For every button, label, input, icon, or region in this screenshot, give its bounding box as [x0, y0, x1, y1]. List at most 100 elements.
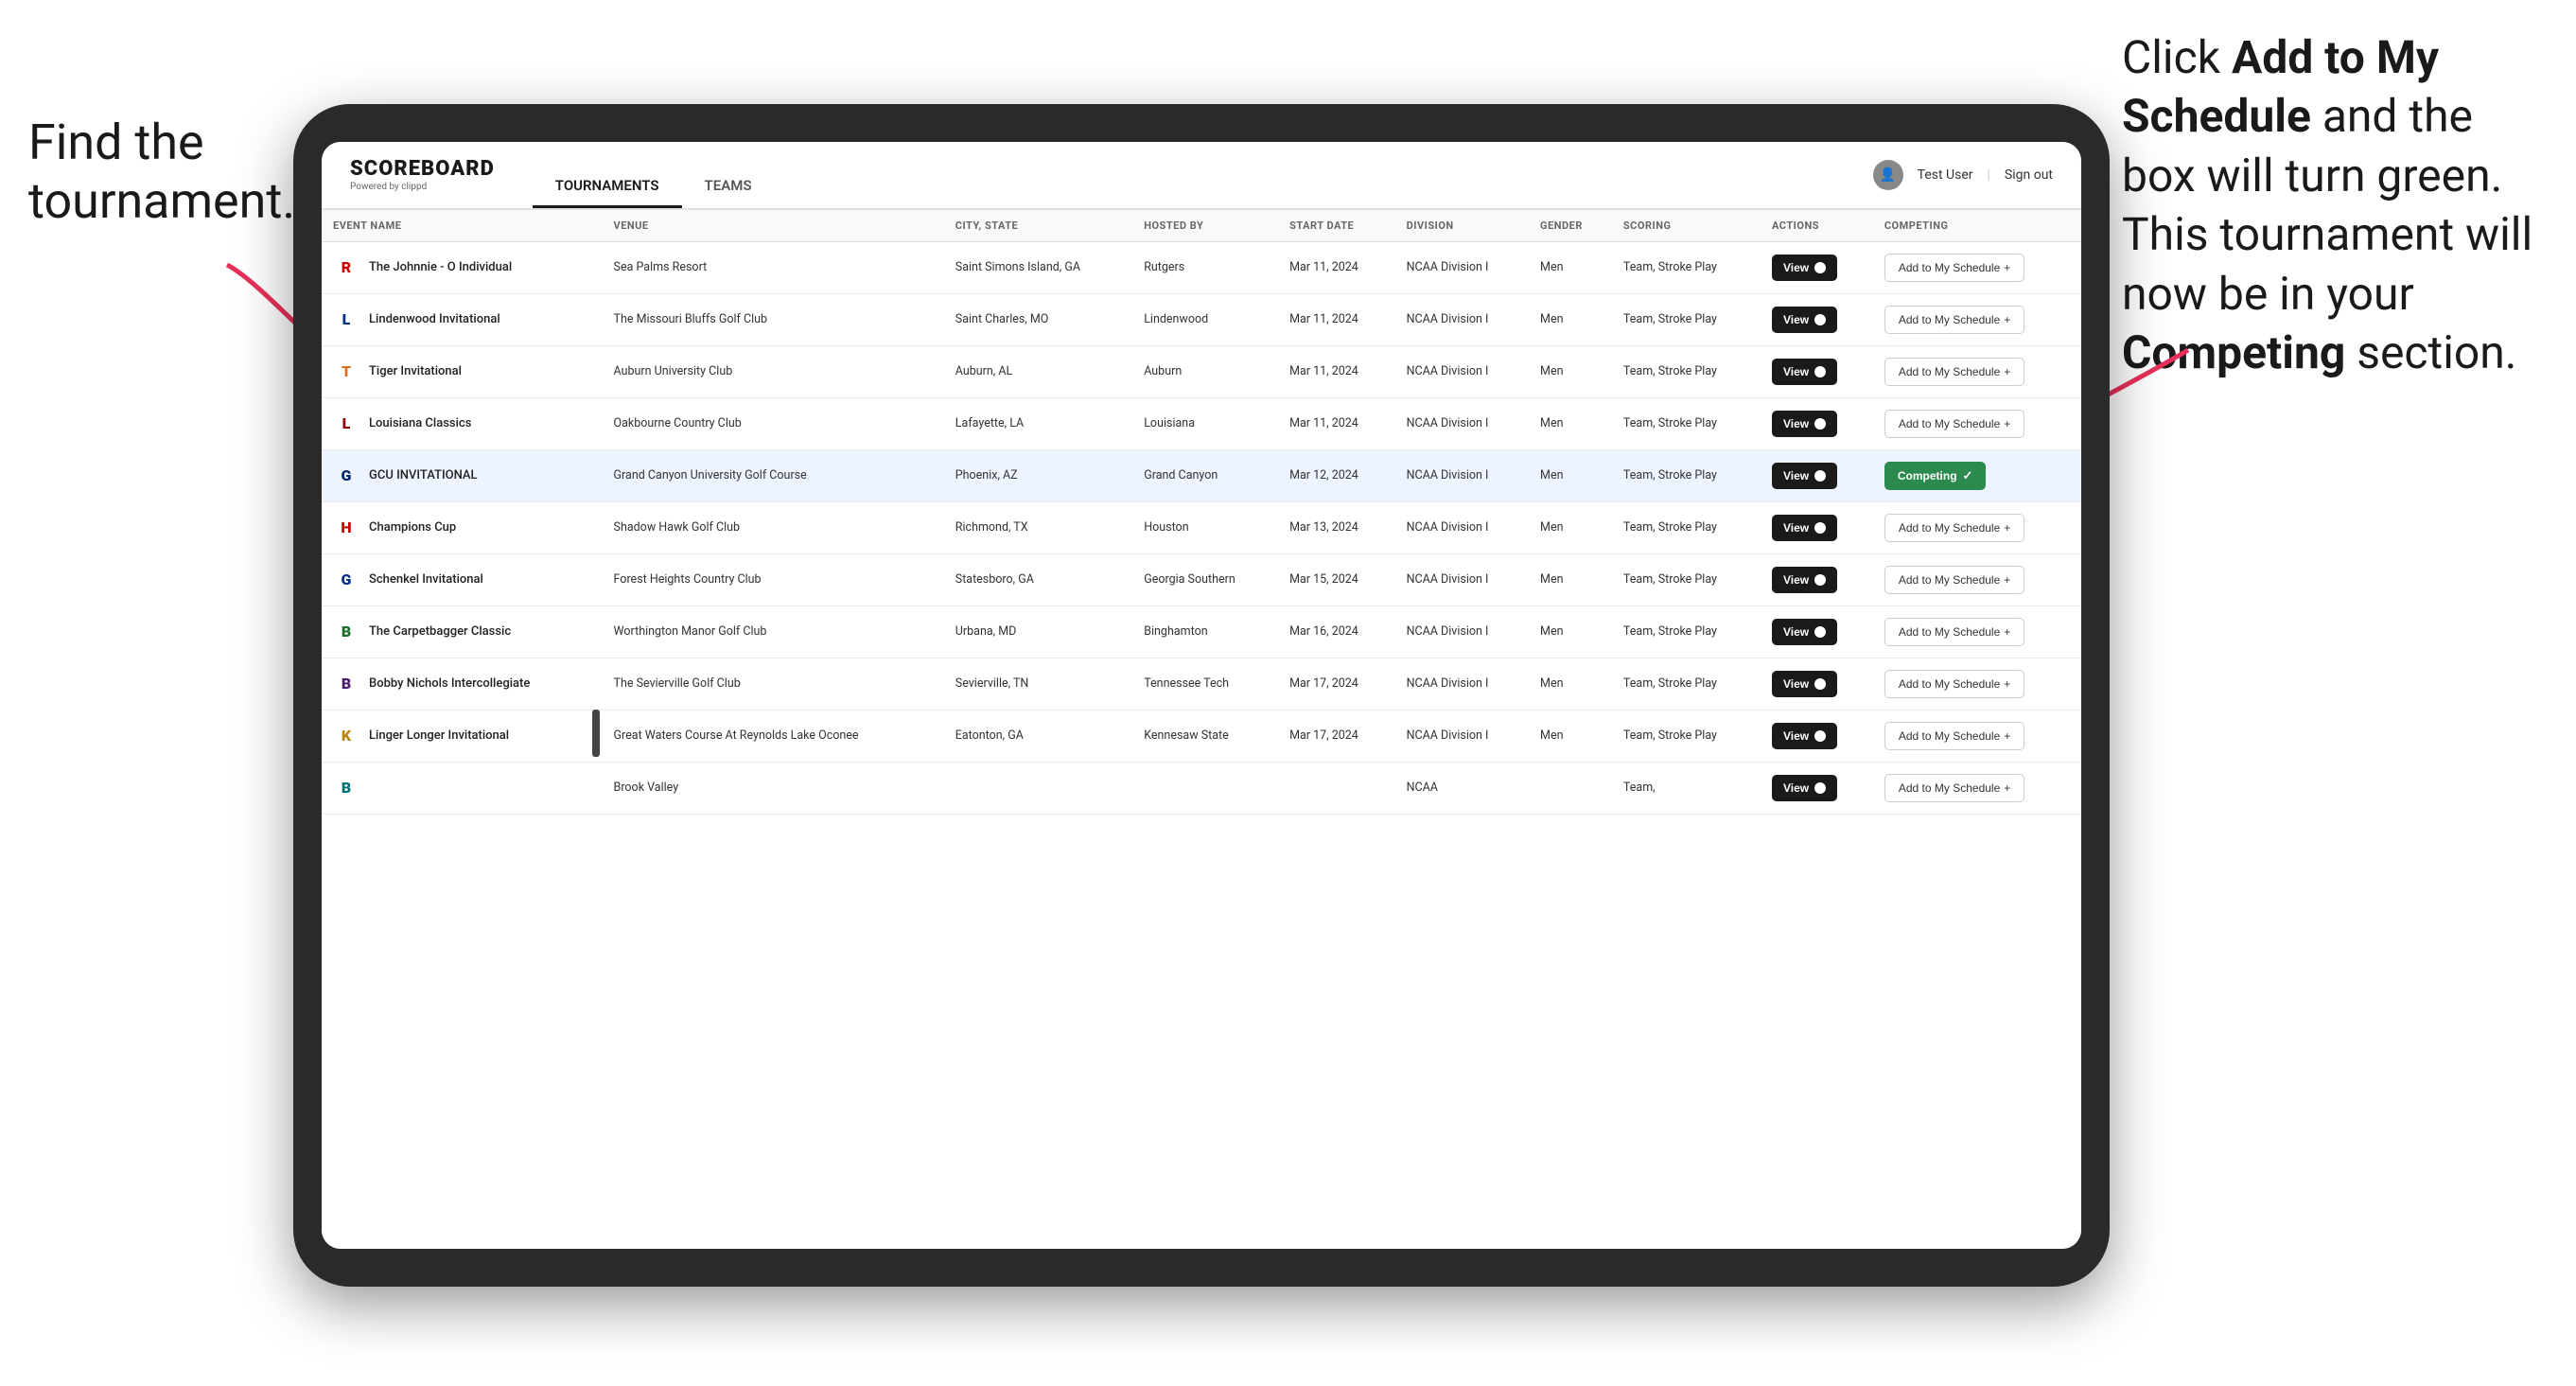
actions-cell: View ▶ [1761, 502, 1873, 554]
venue-cell: Grand Canyon University Golf Course [603, 450, 944, 502]
city-state-cell: Sevierville, TN [944, 658, 1132, 711]
hosted-by-cell: Binghamton [1132, 606, 1278, 658]
start-date-cell: Mar 11, 2024 [1278, 398, 1395, 450]
scoring-cell: Team, Stroke Play [1612, 242, 1761, 294]
add-schedule-label: Add to My Schedule [1899, 677, 2000, 691]
view-button[interactable]: View ▶ [1772, 515, 1837, 541]
view-button[interactable]: View ▶ [1772, 671, 1837, 697]
gender-cell: Men [1529, 346, 1612, 398]
gender-cell: Men [1529, 450, 1612, 502]
add-schedule-label: Add to My Schedule [1899, 573, 2000, 587]
add-to-schedule-button[interactable]: Add to My Schedule + [1884, 566, 2024, 594]
scoring-cell: Team, Stroke Play [1612, 658, 1761, 711]
add-to-schedule-button[interactable]: Add to My Schedule + [1884, 410, 2024, 438]
add-to-schedule-button[interactable]: Add to My Schedule + [1884, 722, 2024, 750]
competing-button[interactable]: Competing ✓ [1884, 462, 1987, 490]
annotation-right: Click Add to My Schedule and the box wil… [2122, 28, 2557, 382]
view-button[interactable]: View ▶ [1772, 619, 1837, 645]
actions-cell: View ▶ [1761, 294, 1873, 346]
play-icon: ▶ [1814, 782, 1826, 794]
gender-cell: Men [1529, 606, 1612, 658]
col-division: DIVISION [1395, 210, 1529, 242]
gender-cell [1529, 763, 1612, 815]
team-logo: R [333, 254, 359, 281]
hosted-by-cell: Houston [1132, 502, 1278, 554]
city-state-cell: Lafayette, LA [944, 398, 1132, 450]
add-to-schedule-button[interactable]: Add to My Schedule + [1884, 254, 2024, 282]
team-logo: L [333, 307, 359, 333]
event-name-text: The Carpetbagger Classic [369, 623, 511, 640]
division-cell: NCAA Division I [1395, 294, 1529, 346]
view-button[interactable]: View ▶ [1772, 411, 1837, 437]
event-name-cell: H Champions Cup [322, 502, 603, 554]
view-button[interactable]: View ▶ [1772, 567, 1837, 593]
play-icon: ▶ [1814, 522, 1826, 534]
actions-cell: View ▶ [1761, 711, 1873, 763]
hosted-by-cell: Louisiana [1132, 398, 1278, 450]
add-to-schedule-button[interactable]: Add to My Schedule + [1884, 774, 2024, 802]
app-header: SCOREBOARD Powered by clippd TOURNAMENTS… [322, 142, 2081, 210]
play-icon: ▶ [1814, 470, 1826, 482]
nav-tab-teams[interactable]: TEAMS [682, 166, 775, 208]
col-hosted-by: HOSTED BY [1132, 210, 1278, 242]
table-row: R The Johnnie - O Individual Sea Palms R… [322, 242, 2081, 294]
event-name-cell: K Linger Longer Invitational [322, 711, 603, 763]
division-cell: NCAA Division I [1395, 398, 1529, 450]
add-to-schedule-button[interactable]: Add to My Schedule + [1884, 514, 2024, 542]
scoring-cell: Team, Stroke Play [1612, 398, 1761, 450]
hosted-by-cell: Lindenwood [1132, 294, 1278, 346]
view-button[interactable]: View ▶ [1772, 775, 1837, 801]
col-gender: GENDER [1529, 210, 1612, 242]
event-name-cell: B Bobby Nichols Intercollegiate [322, 658, 603, 711]
event-name-cell: B [322, 763, 603, 815]
city-state-cell [944, 763, 1132, 815]
venue-cell: The Missouri Bluffs Golf Club [603, 294, 944, 346]
venue-cell: The Sevierville Golf Club [603, 658, 944, 711]
view-button[interactable]: View ▶ [1772, 463, 1837, 489]
sign-out-link[interactable]: Sign out [2005, 167, 2053, 183]
logo-area: SCOREBOARD Powered by clippd [350, 159, 495, 192]
competing-cell: Competing ✓ [1873, 450, 2081, 502]
event-name-text: Bobby Nichols Intercollegiate [369, 675, 530, 693]
team-logo: G [333, 567, 359, 593]
add-to-schedule-button[interactable]: Add to My Schedule + [1884, 358, 2024, 386]
view-button[interactable]: View ▶ [1772, 254, 1837, 281]
view-button[interactable]: View ▶ [1772, 359, 1837, 385]
scoring-cell: Team, Stroke Play [1612, 346, 1761, 398]
venue-cell: Shadow Hawk Golf Club [603, 502, 944, 554]
event-name-cell: G Schenkel Invitational [322, 554, 603, 606]
event-name-text: GCU INVITATIONAL [369, 467, 478, 484]
start-date-cell: Mar 17, 2024 [1278, 658, 1395, 711]
view-button[interactable]: View ▶ [1772, 723, 1837, 749]
competing-label: Competing [1898, 469, 1957, 482]
event-name-cell: B The Carpetbagger Classic [322, 606, 603, 658]
add-schedule-label: Add to My Schedule [1899, 417, 2000, 430]
gender-cell: Men [1529, 294, 1612, 346]
scoring-cell: Team, Stroke Play [1612, 606, 1761, 658]
play-icon: ▶ [1814, 574, 1826, 586]
view-button[interactable]: View ▶ [1772, 307, 1837, 333]
add-to-schedule-button[interactable]: Add to My Schedule + [1884, 618, 2024, 646]
division-cell: NCAA Division I [1395, 658, 1529, 711]
hosted-by-cell: Kennesaw State [1132, 711, 1278, 763]
actions-cell: View ▶ [1761, 658, 1873, 711]
add-to-schedule-button[interactable]: Add to My Schedule + [1884, 670, 2024, 698]
add-to-schedule-button[interactable]: Add to My Schedule + [1884, 306, 2024, 334]
city-state-cell: Urbana, MD [944, 606, 1132, 658]
event-name-text: The Johnnie - O Individual [369, 259, 512, 276]
hosted-by-cell: Rutgers [1132, 242, 1278, 294]
city-state-cell: Phoenix, AZ [944, 450, 1132, 502]
user-name-label: Test User [1918, 167, 1973, 183]
city-state-cell: Richmond, TX [944, 502, 1132, 554]
tournaments-table-container[interactable]: EVENT NAME VENUE CITY, STATE HOSTED BY S… [322, 210, 2081, 1249]
col-scoring: SCORING [1612, 210, 1761, 242]
tablet-side-button [592, 710, 600, 757]
table-row: K Linger Longer Invitational Great Water… [322, 711, 2081, 763]
app-logo-sub: Powered by clippd [350, 182, 495, 192]
city-state-cell: Saint Simons Island, GA [944, 242, 1132, 294]
competing-cell: Add to My Schedule + [1873, 658, 2081, 711]
nav-tab-tournaments[interactable]: TOURNAMENTS [533, 166, 682, 208]
add-plus-icon: + [2004, 781, 2010, 795]
play-icon: ▶ [1814, 418, 1826, 430]
gender-cell: Men [1529, 554, 1612, 606]
